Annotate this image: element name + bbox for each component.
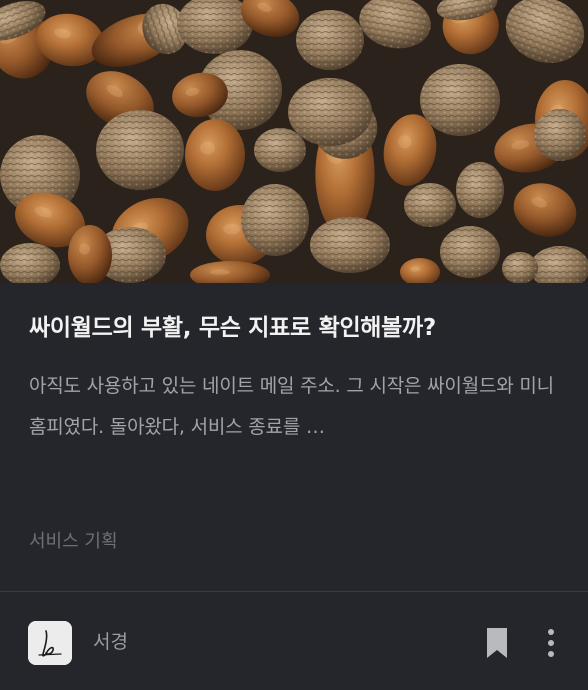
acorn-highlight [223, 223, 240, 235]
acorn-shape [68, 225, 112, 283]
acorn-shape [420, 64, 500, 136]
acorn-highlight [410, 266, 420, 272]
post-footer: 서경 [0, 592, 588, 690]
acorn-cap-texture [456, 162, 504, 218]
acorn-shape [288, 78, 372, 146]
acorn-cap-texture [420, 64, 500, 136]
acorn-nut [68, 225, 112, 283]
acorn-cap-texture [296, 10, 364, 70]
acorn-highlight [200, 141, 215, 155]
acorn-shape [296, 10, 364, 70]
post-thumbnail[interactable] [0, 0, 588, 283]
acorn-cap-texture [96, 110, 184, 190]
acorn-cap-texture [502, 252, 538, 283]
acorn-cap-texture [310, 217, 390, 273]
acorn-highlight [210, 269, 230, 275]
signature-icon [28, 621, 72, 665]
bookmark-icon [487, 628, 507, 658]
acorn-cap-texture [288, 78, 372, 146]
acorn-nut [185, 119, 245, 191]
acorn-highlight [79, 243, 90, 255]
more-vertical-icon [548, 629, 554, 657]
acorn-shape [96, 110, 184, 190]
more-options-button[interactable] [538, 625, 564, 661]
acorn-shape [254, 128, 306, 172]
acorn-cap-texture [440, 226, 500, 278]
acorn-cap-texture [534, 109, 586, 161]
acorn-cap-texture [254, 128, 306, 172]
acorn-shape [404, 183, 456, 227]
post-title[interactable]: 싸이월드의 부활, 무슨 지표로 확인해볼까? [29, 308, 574, 348]
post-card[interactable]: 싸이월드의 부활, 무슨 지표로 확인해볼까? 아직도 사용하고 있는 네이트 … [0, 0, 588, 690]
acorn-shape [534, 109, 586, 161]
acorn-shape [440, 226, 500, 278]
post-excerpt[interactable]: 아직도 사용하고 있는 네이트 메일 주소. 그 시작은 싸이월드와 미니홈피였… [29, 366, 564, 448]
acorn-cap-texture [404, 183, 456, 227]
acorn-cap-texture [241, 184, 309, 256]
author-name[interactable]: 서경 [93, 628, 128, 656]
bookmark-button[interactable] [484, 625, 510, 661]
acorn-photo [0, 0, 588, 283]
acorn-shape [241, 184, 309, 256]
acorn-shape [502, 252, 538, 283]
acorn-shape [185, 119, 245, 191]
acorn-shape [456, 162, 504, 218]
acorn-shape [310, 217, 390, 273]
post-category[interactable]: 서비스 기획 [29, 527, 118, 557]
author-avatar[interactable] [28, 621, 72, 665]
